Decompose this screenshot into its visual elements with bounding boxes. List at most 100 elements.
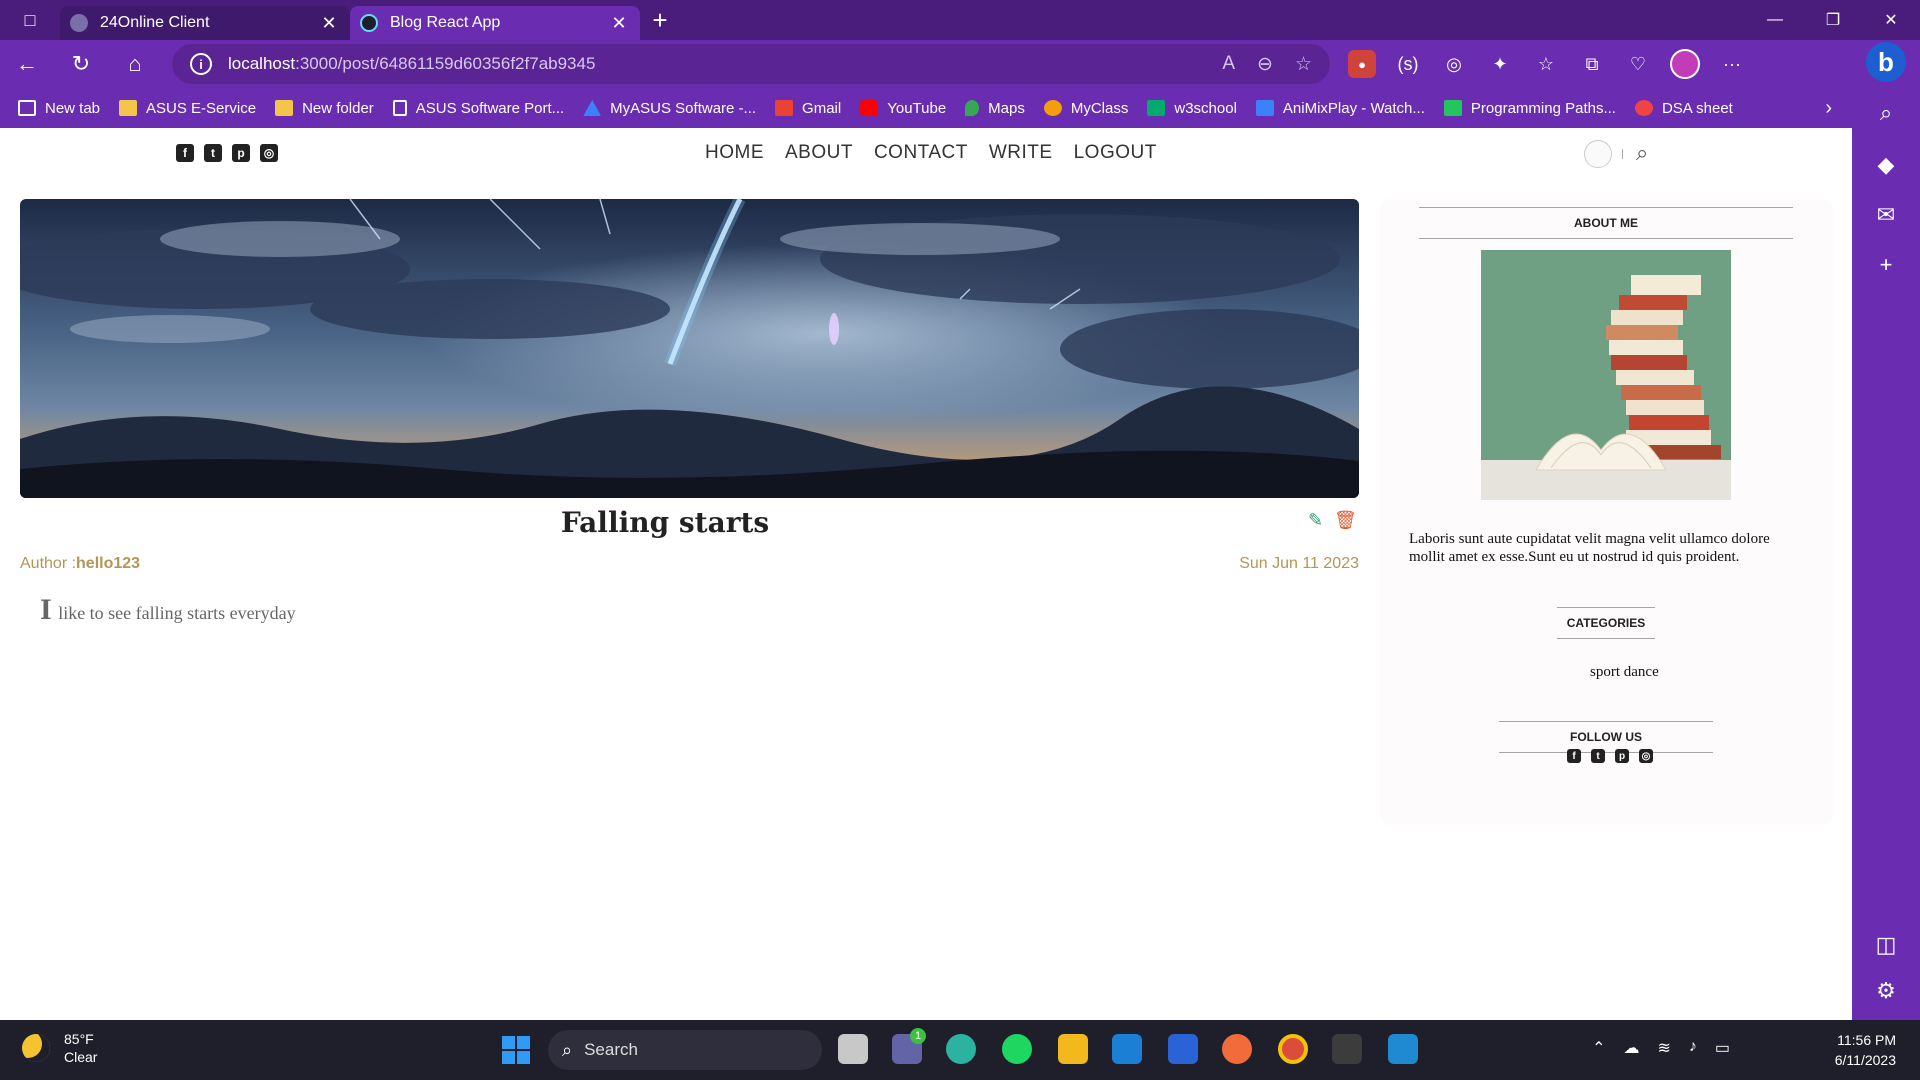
weather-widget[interactable]: 85°F Clear: [22, 1030, 97, 1066]
menu-contact[interactable]: CONTACT: [874, 142, 968, 164]
tab-blog-react-app[interactable]: Blog React App ✕: [350, 6, 640, 40]
bookmark-label: w3school: [1174, 99, 1237, 117]
postman-icon[interactable]: [1222, 1034, 1252, 1064]
refresh-icon[interactable]: ↻: [54, 40, 108, 88]
programming-icon: [1443, 100, 1462, 116]
task-view-icon[interactable]: [838, 1034, 868, 1064]
trash-icon[interactable]: 🗑: [1334, 510, 1357, 531]
wifi-icon[interactable]: ≋: [1657, 1038, 1670, 1058]
info-icon[interactable]: i: [190, 53, 212, 75]
cloud-icon: [70, 14, 88, 32]
spotify-icon[interactable]: [1002, 1034, 1032, 1064]
taskbar-search[interactable]: ⌕ Search: [548, 1030, 822, 1070]
twitter-icon[interactable]: t: [1591, 749, 1605, 763]
url-input[interactable]: i localhost:3000/post/64861159d60356f2f7…: [172, 44, 1330, 84]
close-icon[interactable]: ✕: [608, 13, 630, 34]
facebook-icon[interactable]: f: [176, 144, 194, 162]
more-icon[interactable]: ···: [1718, 50, 1746, 78]
battery-icon[interactable]: ▭: [1715, 1038, 1730, 1058]
bookmark-item[interactable]: Gmail: [775, 100, 841, 117]
bookmark-item[interactable]: Maps: [965, 100, 1025, 117]
bookmark-item[interactable]: MyClass: [1043, 100, 1128, 117]
menu-write[interactable]: WRITE: [989, 142, 1053, 164]
speaker-icon[interactable]: ♪: [1689, 1038, 1697, 1058]
bookmark-item[interactable]: New tab: [18, 100, 100, 117]
vscode-icon[interactable]: [1388, 1034, 1418, 1064]
bookmark-item[interactable]: w3school: [1147, 100, 1237, 117]
windows-start-icon[interactable]: [502, 1036, 530, 1064]
bookmark-item[interactable]: New folder: [275, 100, 374, 117]
newtab-icon: [18, 100, 36, 116]
post-description: I like to see falling starts everyday: [40, 593, 296, 627]
whiteboard-icon[interactable]: [1168, 1034, 1198, 1064]
instagram-icon[interactable]: ◎: [260, 144, 278, 162]
back-icon[interactable]: ←: [0, 40, 54, 88]
favorite-star-icon[interactable]: ☆: [1295, 53, 1312, 76]
bookmark-item[interactable]: ASUS E-Service: [119, 100, 256, 117]
outlook-icon[interactable]: ✉: [1852, 202, 1920, 228]
instagram-icon[interactable]: ◎: [1639, 749, 1653, 763]
onedrive-icon[interactable]: ☁: [1623, 1038, 1639, 1058]
read-aloud-icon[interactable]: A: [1222, 53, 1235, 76]
bookmark-item[interactable]: DSA sheet: [1634, 100, 1733, 117]
profile-avatar[interactable]: [1670, 49, 1700, 79]
chevron-up-icon[interactable]: ⌃: [1592, 1038, 1605, 1058]
categories-list[interactable]: sport dance: [1590, 664, 1659, 681]
search-icon[interactable]: ⌕: [1636, 140, 1648, 166]
clock[interactable]: 11:56 PM 6/11/2023: [1835, 1030, 1896, 1070]
chrome-icon[interactable]: [1278, 1034, 1308, 1064]
bookmark-item[interactable]: ASUS Software Port...: [392, 100, 564, 117]
web-page: f t p ◎ HOME ABOUT CONTACT WRITE LOGOUT …: [0, 128, 1852, 1020]
search-icon[interactable]: ⌕: [1852, 100, 1920, 126]
facebook-icon[interactable]: f: [1567, 749, 1581, 763]
new-tab-button[interactable]: +: [640, 0, 680, 40]
pinterest-icon[interactable]: p: [1615, 749, 1629, 763]
bookmark-item[interactable]: MyASUS Software -...: [583, 100, 756, 117]
extensions-puzzle-icon[interactable]: ✦: [1486, 50, 1514, 78]
collections-icon[interactable]: ⧉: [1578, 50, 1606, 78]
close-icon[interactable]: ✕: [318, 13, 340, 34]
bookmark-item[interactable]: AniMixPlay - Watch...: [1255, 100, 1425, 117]
mail-icon[interactable]: [1112, 1034, 1142, 1064]
terminal-icon[interactable]: [1332, 1034, 1362, 1064]
social-links: f t p ◎: [176, 144, 278, 162]
menu-about[interactable]: ABOUT: [785, 142, 853, 164]
add-icon[interactable]: +: [1852, 252, 1920, 278]
author-label: Author :: [20, 555, 77, 572]
extension-icon[interactable]: ●: [1348, 50, 1376, 78]
top-navigation: f t p ◎ HOME ABOUT CONTACT WRITE LOGOUT …: [0, 128, 1852, 178]
bookmark-label: Gmail: [802, 99, 842, 117]
close-window-icon[interactable]: ✕: [1862, 0, 1920, 40]
hide-sidebar-icon[interactable]: ◫: [1852, 932, 1920, 958]
menu-home[interactable]: HOME: [705, 142, 764, 164]
restore-icon[interactable]: ❐: [1804, 0, 1862, 40]
bookmark-item[interactable]: YouTube: [860, 100, 946, 117]
menu-logout[interactable]: LOGOUT: [1074, 142, 1157, 164]
favorites-icon[interactable]: ☆: [1532, 50, 1560, 78]
bookmark-item[interactable]: Programming Paths...: [1443, 100, 1616, 117]
tab-24online[interactable]: 24Online Client ✕: [60, 6, 350, 40]
pinterest-icon[interactable]: p: [232, 144, 250, 162]
bookmark-label: ASUS E-Service: [146, 99, 257, 117]
post-title: Falling starts: [560, 506, 770, 539]
author-link[interactable]: hello123: [76, 555, 140, 572]
books-image: [1481, 250, 1731, 500]
bing-copilot-button[interactable]: b: [1852, 42, 1920, 82]
post-image: [20, 199, 1359, 498]
copilot-icon[interactable]: ◆: [1852, 152, 1920, 178]
about-me-text: Laboris sunt aute cupidatat velit magna …: [1409, 531, 1770, 565]
tab-actions-icon[interactable]: □: [0, 0, 60, 40]
extension-icon[interactable]: ◎: [1440, 50, 1468, 78]
minimize-icon[interactable]: —: [1746, 0, 1804, 40]
gear-icon[interactable]: ⚙: [1852, 978, 1920, 1004]
edit-icon[interactable]: ✎: [1308, 510, 1323, 531]
chevron-right-icon[interactable]: ›: [1825, 97, 1832, 120]
home-icon[interactable]: ⌂: [108, 40, 162, 88]
file-explorer-icon[interactable]: [1058, 1034, 1088, 1064]
avatar[interactable]: [1584, 140, 1612, 168]
twitter-icon[interactable]: t: [204, 144, 222, 162]
edge-icon[interactable]: [946, 1034, 976, 1064]
browser-essentials-icon[interactable]: ♡: [1624, 50, 1652, 78]
zoom-icon[interactable]: ⊖: [1257, 53, 1273, 76]
extension-icon[interactable]: (s): [1394, 50, 1422, 78]
